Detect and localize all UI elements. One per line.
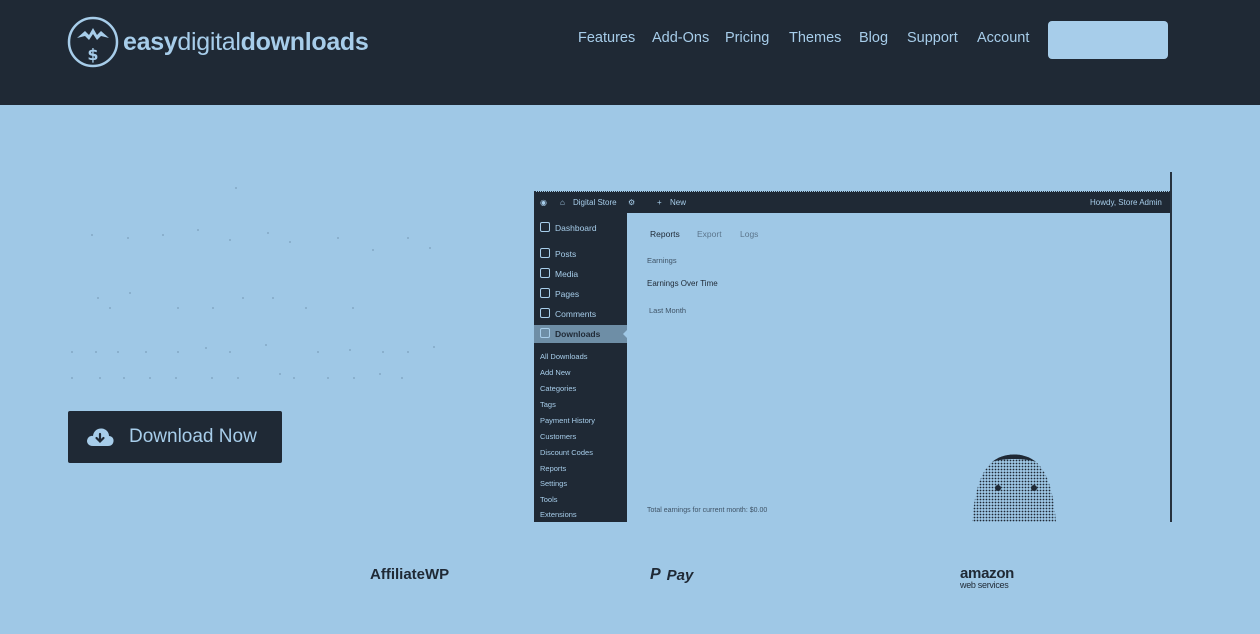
adminbar-howdy: Howdy, Store Admin: [1090, 198, 1162, 207]
earnings-footnote: Total earnings for current month: $0.00: [647, 507, 768, 514]
wp-menu-dashboard: Dashboard: [534, 219, 627, 237]
wp-menu-label: Dashboard: [555, 223, 597, 233]
mascot-illustration: [972, 454, 1056, 522]
wp-submenu-item: All Downloads: [540, 352, 588, 361]
header-cta-button[interactable]: [1048, 21, 1168, 59]
wp-submenu-item: Tools: [540, 495, 558, 504]
paypal-logo: P Pay: [650, 566, 693, 584]
logo-word-digital: digital: [177, 27, 241, 56]
wp-menu-posts: Posts: [534, 245, 627, 263]
hero-faded-text: [71, 187, 435, 379]
wp-admin-bar: ◉ ⌂ Digital Store ⚙ + New Howdy, Store A…: [534, 192, 1172, 213]
downloads-icon: [540, 328, 550, 338]
dashboard-screenshot: ◉ ⌂ Digital Store ⚙ + New Howdy, Store A…: [534, 172, 1172, 522]
nav-support[interactable]: Support: [907, 30, 958, 46]
wp-menu-label: Media: [555, 269, 579, 279]
paypal-wordmark: Pay: [666, 566, 694, 584]
wp-menu-media: Media: [534, 265, 627, 283]
logo-wordmark: easydigitaldownloads: [123, 28, 369, 57]
wp-menu-label: Downloads: [555, 329, 601, 339]
paypal-icon: P: [650, 566, 661, 583]
adminbar-site-name: Digital Store: [573, 198, 617, 207]
amazon-web-services-logo: amazon web services: [960, 566, 1014, 590]
cloud-download-icon: [87, 428, 114, 446]
period-select: Last Month: [649, 306, 687, 315]
pages-icon: [540, 288, 550, 298]
wp-menu-label: Posts: [555, 249, 577, 259]
download-now-button[interactable]: Download Now: [68, 411, 282, 463]
wp-submenu-item: Add New: [540, 368, 571, 377]
wp-menu-downloads: Downloads: [534, 325, 628, 343]
wp-menu-comments: Comments: [534, 305, 627, 323]
browser-chrome: [534, 172, 1172, 192]
wp-submenu-item: Extensions: [540, 510, 577, 519]
amazon-subtext: web services: [960, 580, 1009, 590]
plus-icon: +: [657, 198, 662, 207]
wp-menu-label: Pages: [555, 289, 580, 299]
site-header: $ easydigitaldownloads Features Add-Ons …: [0, 0, 1260, 105]
nav-account[interactable]: Account: [977, 30, 1029, 46]
svg-text:$: $: [87, 45, 98, 64]
wp-sidebar: Dashboard Posts Media Pages Comments Dow…: [534, 213, 628, 522]
wp-submenu-item: Categories: [540, 384, 577, 393]
wp-submenu-item: Tags: [540, 400, 556, 409]
wp-submenu-item: Reports: [540, 464, 567, 473]
download-now-label: Download Now: [129, 426, 257, 447]
comments-icon: [540, 308, 550, 318]
logo-word-easy: easy: [123, 27, 178, 56]
nav-themes[interactable]: Themes: [789, 30, 841, 46]
nav-features[interactable]: Features: [578, 30, 635, 46]
affiliatewp-logo: AffiliateWP: [370, 566, 450, 583]
wp-submenu-item: Payment History: [540, 416, 596, 425]
media-icon: [540, 268, 550, 278]
report-filter: Earnings: [647, 256, 677, 265]
wp-menu-pages: Pages: [534, 285, 627, 303]
tab-export: Export: [697, 229, 722, 239]
wp-submenu-item: Settings: [540, 479, 568, 488]
adminbar-new: New: [670, 198, 687, 207]
earnings-heading: Earnings Over Time: [647, 279, 718, 288]
tab-logs: Logs: [740, 229, 759, 239]
site-logo[interactable]: $ easydigitaldownloads: [67, 16, 369, 68]
nav-blog[interactable]: Blog: [859, 30, 888, 46]
screenshot-edge: [1170, 172, 1172, 522]
wordpress-icon: ◉: [540, 198, 547, 207]
nav-add-ons[interactable]: Add-Ons: [652, 30, 709, 46]
wp-main-content: Reports Export Logs Earnings Earnings Ov…: [627, 213, 1169, 522]
home-icon: ⌂: [560, 198, 565, 207]
wp-submenu-item: Discount Codes: [540, 448, 593, 457]
wp-submenu-item: Customers: [540, 432, 577, 441]
logo-word-downloads: downloads: [240, 27, 369, 56]
customize-icon: ⚙: [628, 198, 636, 207]
pin-icon: [540, 248, 550, 258]
tab-reports: Reports: [650, 229, 680, 239]
dashboard-icon: [540, 222, 550, 232]
nav-pricing[interactable]: Pricing: [725, 30, 769, 46]
wp-menu-label: Comments: [555, 309, 597, 319]
amazon-wordmark: amazon: [960, 565, 1015, 582]
logo-mark-icon: $: [67, 16, 119, 68]
